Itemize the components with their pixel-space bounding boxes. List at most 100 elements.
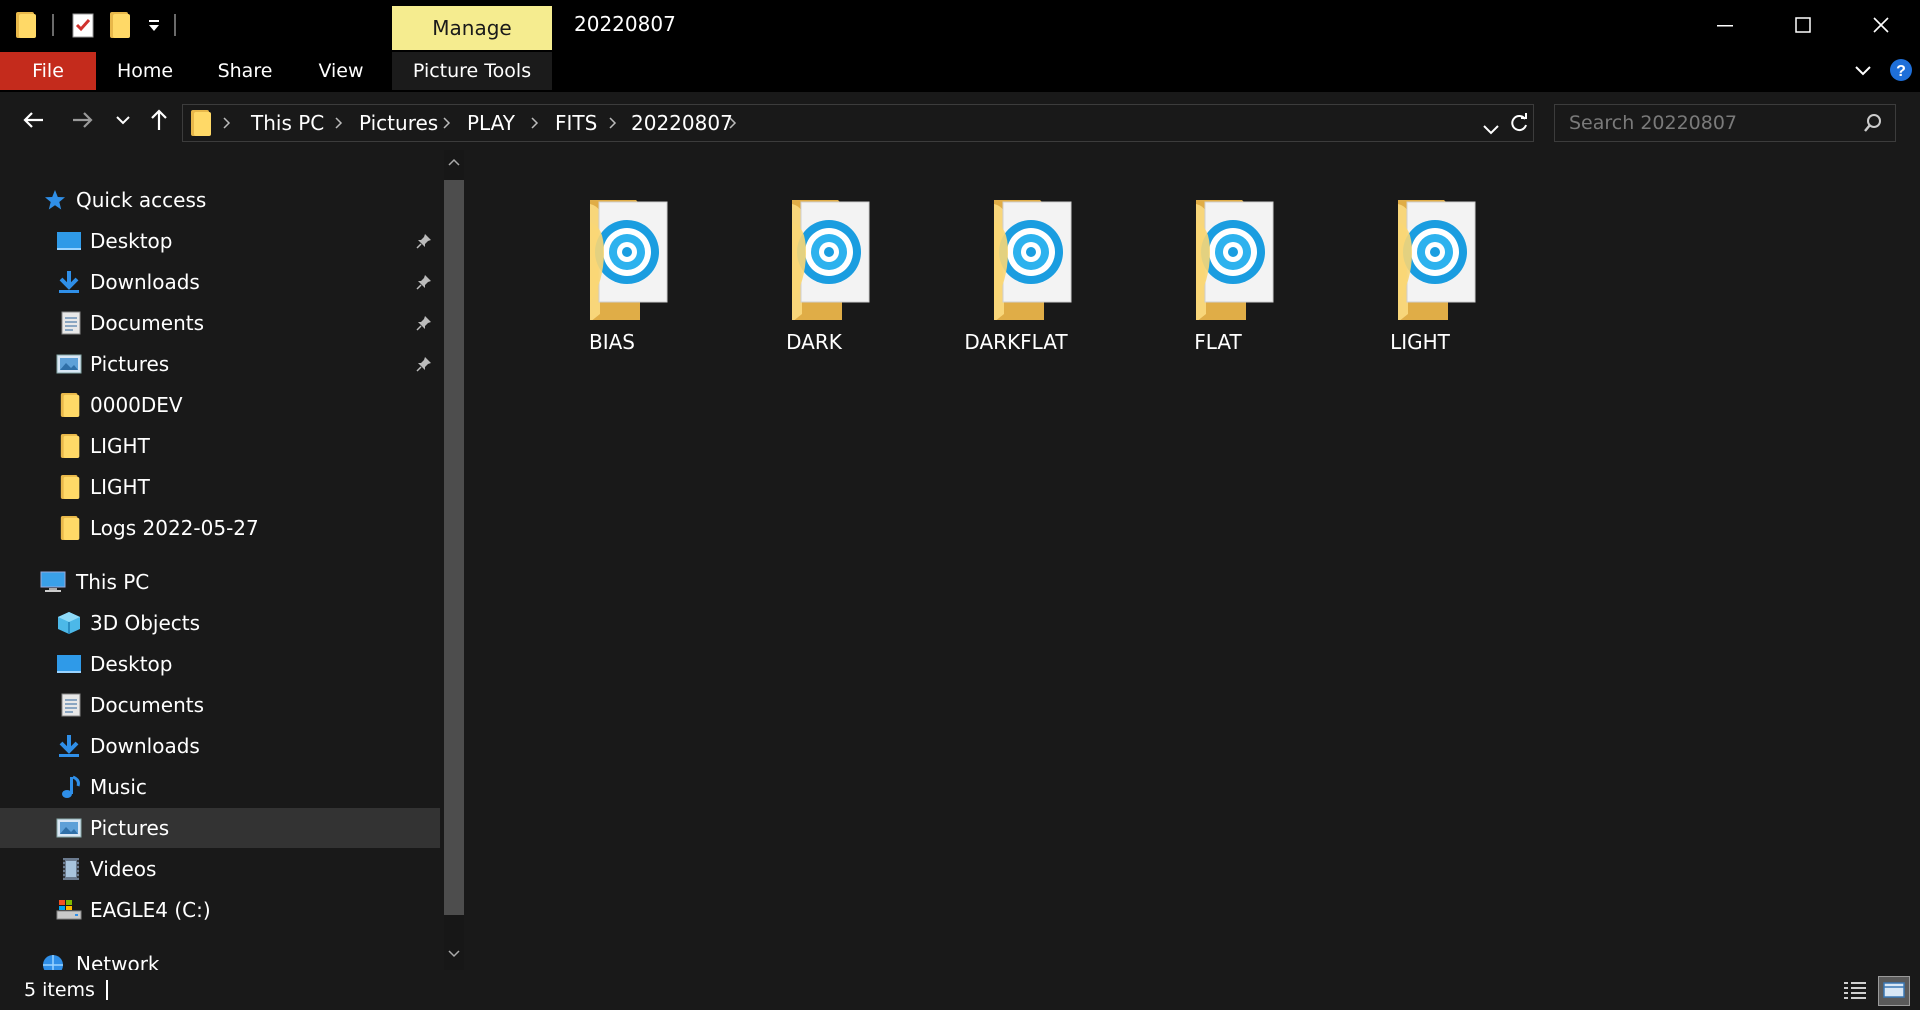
sidebar-item-label: Desktop: [90, 652, 173, 676]
forward-button[interactable]: [66, 100, 100, 140]
manage-tab[interactable]: Manage: [392, 6, 552, 50]
separator: [106, 980, 108, 1000]
chevron-right-icon[interactable]: [223, 105, 231, 141]
sidebar-item-quick-access[interactable]: Quick access: [0, 180, 440, 220]
sidebar-item-label: Videos: [90, 857, 157, 881]
folder-label: DARKFLAT: [964, 330, 1068, 354]
help-button[interactable]: ?: [1888, 57, 1914, 83]
sidebar-item-documents[interactable]: Documents: [0, 685, 440, 725]
folder-tile[interactable]: LIGHT: [1335, 180, 1505, 354]
sidebar-item-label: 3D Objects: [90, 611, 201, 635]
computer-icon: [40, 571, 66, 592]
sidebar-item-videos[interactable]: Videos: [0, 849, 440, 889]
sidebar-item-this-pc[interactable]: This PC: [0, 562, 440, 602]
sidebar-item-pictures[interactable]: Pictures: [0, 808, 440, 848]
chevron-up-icon[interactable]: [448, 158, 460, 166]
back-button[interactable]: [16, 100, 50, 140]
large-icons-view-button[interactable]: [1878, 976, 1910, 1006]
customize-toolbar-icon[interactable]: [144, 10, 164, 40]
recent-locations-button[interactable]: [112, 100, 134, 140]
sidebar-item-network[interactable]: Network: [0, 944, 440, 970]
tab-share[interactable]: Share: [200, 52, 290, 90]
tab-view[interactable]: View: [296, 52, 386, 90]
address-dropdown-button[interactable]: [1483, 117, 1499, 141]
chevron-right-icon[interactable]: [531, 105, 539, 141]
breadcrumb-pictures[interactable]: Pictures: [359, 105, 438, 141]
sidebar-item-label: Downloads: [90, 734, 200, 758]
sidebar-item-0000dev[interactable]: 0000DEV: [0, 385, 440, 425]
folder-image-icon: [590, 200, 668, 324]
maximize-button[interactable]: [1764, 0, 1842, 50]
folder-tile[interactable]: BIAS: [527, 180, 697, 354]
music-icon: [62, 775, 80, 798]
separator: [174, 14, 176, 36]
folder-icon: [60, 475, 80, 499]
sidebar-item-drive-c[interactable]: EAGLE4 (C:): [0, 890, 440, 930]
breadcrumb-play[interactable]: PLAY: [467, 105, 515, 141]
help-icon: ?: [1890, 59, 1912, 81]
folder-tile[interactable]: FLAT: [1133, 180, 1303, 354]
sidebar-item-label: Pictures: [90, 352, 170, 376]
sidebar-item-light[interactable]: LIGHT: [0, 426, 440, 466]
documents-icon: [61, 311, 81, 335]
sidebar-scrollbar-thumb[interactable]: [444, 180, 464, 915]
navigation-pane: Quick access Desktop Downloads Documents…: [0, 150, 442, 970]
folder-image-icon: [1196, 200, 1274, 324]
sidebar-item-label: Network: [76, 952, 160, 970]
sidebar-item-label: Music: [90, 775, 147, 799]
details-view-button[interactable]: [1842, 978, 1868, 1002]
folder-icon[interactable]: [14, 10, 38, 40]
folder-tile[interactable]: DARKFLAT: [931, 180, 1101, 354]
sidebar-item-label: LIGHT: [90, 475, 150, 499]
address-bar[interactable]: This PC Pictures PLAY FITS 20220807: [182, 104, 1534, 142]
search-box[interactable]: Search 20220807: [1554, 104, 1896, 142]
tab-file[interactable]: File: [0, 52, 96, 90]
file-list: BIAS DARK DARKFLAT FLAT LIGHT: [472, 150, 1920, 970]
breadcrumb-this-pc[interactable]: This PC: [251, 105, 324, 141]
new-folder-icon[interactable]: [108, 10, 132, 40]
search-input[interactable]: Search 20220807: [1569, 105, 1737, 141]
chevron-down-icon: [1483, 125, 1499, 135]
sidebar-item-documents[interactable]: Documents: [0, 303, 440, 343]
sidebar-item-desktop[interactable]: Desktop: [0, 644, 440, 684]
sidebar-item-downloads[interactable]: Downloads: [0, 726, 440, 766]
chevron-down-icon: [116, 116, 130, 125]
pin-icon: [416, 316, 431, 331]
tab-picture-tools[interactable]: Picture Tools: [392, 52, 552, 90]
sidebar-item-desktop[interactable]: Desktop: [0, 221, 440, 261]
sidebar-item-downloads[interactable]: Downloads: [0, 262, 440, 302]
pin-icon: [416, 275, 431, 290]
properties-icon[interactable]: [70, 10, 96, 40]
sidebar-item-pictures[interactable]: Pictures: [0, 344, 440, 384]
folder-image-icon: [994, 200, 1072, 324]
tab-home[interactable]: Home: [100, 52, 190, 90]
sidebar-item-music[interactable]: Music: [0, 767, 440, 807]
breadcrumb-fits[interactable]: FITS: [555, 105, 597, 141]
downloads-icon: [59, 735, 79, 757]
sidebar-item-3d-objects[interactable]: 3D Objects: [0, 603, 440, 643]
arrow-up-icon: [151, 109, 167, 130]
desktop-icon: [57, 655, 81, 673]
chevron-right-icon[interactable]: [729, 105, 737, 141]
chevron-down-icon[interactable]: [448, 950, 460, 958]
close-button[interactable]: [1842, 0, 1920, 50]
chevron-right-icon[interactable]: [443, 105, 451, 141]
folder-icon: [60, 393, 80, 417]
breadcrumb-20220807[interactable]: 20220807: [631, 105, 733, 141]
sidebar-item-light[interactable]: LIGHT: [0, 467, 440, 507]
up-button[interactable]: [144, 100, 174, 140]
search-icon: [1863, 113, 1883, 138]
sidebar-item-label: Documents: [90, 311, 205, 335]
expand-ribbon-button[interactable]: [1850, 58, 1876, 84]
chevron-right-icon[interactable]: [335, 105, 343, 141]
folder-tile[interactable]: DARK: [729, 180, 899, 354]
desktop-icon: [57, 232, 81, 250]
refresh-button[interactable]: [1509, 113, 1529, 138]
sidebar-item-logs[interactable]: Logs 2022-05-27: [0, 508, 440, 548]
details-view-icon: [1844, 982, 1866, 999]
minimize-button[interactable]: [1686, 0, 1764, 50]
pictures-icon: [56, 818, 82, 838]
chevron-down-icon: [1855, 66, 1871, 76]
folder-icon: [60, 434, 80, 458]
chevron-right-icon[interactable]: [609, 105, 617, 141]
